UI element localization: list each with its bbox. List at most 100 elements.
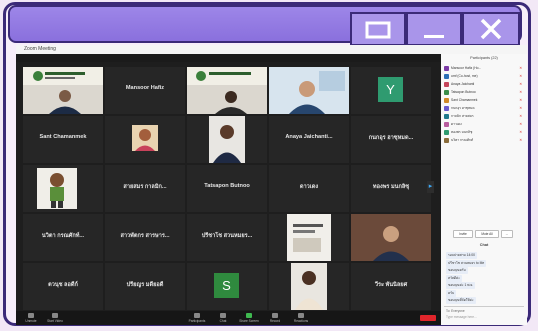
video-tile[interactable]: Sant Chamanmek [23, 116, 103, 163]
participant-name: umf (Co-host, me) [451, 74, 478, 78]
participant-name: ปรีชาโช สวนหมยร... [201, 233, 253, 239]
next-page-arrow[interactable]: ▸ [427, 181, 434, 193]
participant-name: Sant Chamanmek [39, 134, 87, 140]
end-meeting-button[interactable] [420, 315, 436, 321]
video-tile[interactable]: นวิตา กรณศักท์... [23, 214, 103, 261]
chat-button[interactable]: Chat [212, 312, 234, 324]
participant-video [269, 67, 349, 114]
video-tile[interactable] [187, 116, 267, 163]
video-tile[interactable] [269, 263, 349, 310]
participant-name: Anaya Jaichanti... [285, 134, 333, 140]
participant-video [187, 67, 267, 114]
record-icon [272, 313, 278, 318]
video-button[interactable]: Start Video [44, 312, 66, 324]
video-tile[interactable] [269, 214, 349, 261]
participant-name: นวิตา กรณศักท์... [41, 233, 85, 239]
participants-button[interactable]: Participants [186, 312, 208, 324]
chat-message: ขอบคุณครับ [446, 267, 468, 274]
participant-name: Mansoor Hafiz (Ho... [451, 66, 482, 70]
video-tile[interactable]: สายสมร กาลมิก... [105, 165, 185, 212]
chat-message: ปรีชาโช สวนหมยร to Me [446, 259, 487, 267]
video-tile[interactable]: สาวพัตกร สารษาร... [105, 214, 185, 261]
avatar [444, 122, 449, 127]
video-tile[interactable]: Anaya Jaichanti... [269, 116, 349, 163]
participant-row[interactable]: Tatsapon Butnoo ✕ [444, 89, 522, 96]
chat-message: ขอบคุณค่ะ 1 พ.ย. [446, 282, 476, 289]
participant-name: วีระ พันนิลยศ [374, 282, 408, 288]
minimize-icon [424, 35, 444, 38]
participant-row[interactable]: นวิตา กรณศักท์ ✕ [444, 137, 522, 144]
avatar [444, 82, 449, 87]
video-tile[interactable]: Mansoor Hafiz [105, 67, 185, 114]
minimize-button[interactable] [406, 12, 462, 46]
participant-name: สาวพัตกร สารษาร... [120, 233, 170, 239]
invite-button[interactable]: Invite [453, 230, 473, 238]
chat-message-text: ขอบคุณครับ [446, 267, 468, 274]
zoom-window: Zoom Meeting Mansoor Hafiz Y Sant Chaman… [16, 45, 527, 325]
people-icon [194, 313, 200, 318]
chat-input-area[interactable]: To: Everyone Type message here... [444, 306, 524, 323]
close-button[interactable] [462, 12, 520, 46]
share-screen-button[interactable]: Share Screen [238, 312, 260, 324]
record-button[interactable]: Record [264, 312, 286, 324]
participant-row[interactable]: Anaya Jaichanti ✕ [444, 81, 522, 88]
chat-message: ครับ [446, 289, 457, 297]
video-tile[interactable] [23, 165, 103, 212]
muted-mic-icon: ✕ [519, 138, 522, 142]
avatar: S [214, 273, 239, 298]
avatar [444, 98, 449, 103]
mute-button[interactable]: Unmute [20, 312, 42, 324]
participant-row[interactable]: กนกอุร ฮาซุหมด ✕ [444, 105, 522, 112]
participant-video [23, 67, 103, 114]
participant-name: ดาวเดง [451, 122, 462, 126]
participant-video [287, 214, 331, 261]
video-tile[interactable] [23, 67, 103, 114]
avatar [444, 130, 449, 135]
participant-row[interactable]: Mansoor Hafiz (Ho... ✕ [444, 65, 522, 72]
participant-row[interactable]: ดาวเดง ✕ [444, 121, 522, 128]
participant-row[interactable]: Sant Chamanmek ✕ [444, 97, 522, 104]
video-tile[interactable] [187, 67, 267, 114]
muted-mic-icon: ✕ [519, 82, 522, 86]
maximize-button[interactable] [350, 12, 406, 46]
video-tile[interactable]: Tatsapon Butnoo [187, 165, 267, 212]
share-screen-icon [246, 313, 252, 318]
video-tile[interactable]: ปรียญร มดียอดี [105, 263, 185, 310]
video-tile[interactable]: ทองพร มนกลิซุ [351, 165, 431, 212]
video-tile[interactable]: ปรีชาโช สวนหมยร... [187, 214, 267, 261]
chat-recipient[interactable]: To: Everyone [446, 309, 524, 313]
chat-message-text: สวัสดีค่ะ [446, 274, 462, 282]
participant-name: สายสมร กาลมิก... [123, 184, 167, 190]
participant-video [209, 116, 245, 163]
mute-all-button[interactable]: Mute All [475, 230, 499, 238]
close-icon [480, 18, 502, 40]
video-tile[interactable]: กนกอุร ฮาซุหมด... [351, 116, 431, 163]
chat-message: รอบบ่ายสาม 14:00 [446, 252, 477, 259]
video-tile[interactable]: วีระ พันนิลยศ [351, 263, 431, 310]
participants-title: Participants (22) [470, 56, 498, 60]
chat-message-text: ปรีชาโช สวนหมยร to Me [446, 259, 487, 267]
participant-name: ทองพร มนกลิซุ [372, 184, 410, 190]
video-tile[interactable]: ตวนุช ลอดีก์ [23, 263, 103, 310]
video-tile[interactable] [351, 214, 431, 261]
participant-row[interactable]: ทองพร มนกลิซุ ✕ [444, 129, 522, 136]
avatar [444, 114, 449, 119]
microphone-icon [28, 313, 34, 318]
maximize-icon [365, 21, 391, 39]
participant-video [37, 168, 77, 209]
video-tile[interactable]: S [187, 263, 267, 310]
video-tile[interactable] [269, 67, 349, 114]
participant-row[interactable]: กาลมิก สายสมร ✕ [444, 113, 522, 120]
avatar [444, 138, 449, 143]
more-button[interactable]: ... [501, 230, 513, 238]
participant-name: Sant Chamanmek [451, 98, 478, 102]
video-tile[interactable] [105, 116, 185, 163]
participant-row[interactable]: umf (Co-host, me) ✕ [444, 73, 522, 80]
chat-input[interactable]: Type message here... [446, 315, 524, 319]
video-tile[interactable]: Y [351, 67, 431, 114]
reactions-button[interactable]: Reactions [290, 312, 312, 324]
video-tile[interactable]: ดาวเดง [269, 165, 349, 212]
chat-message-text: ขอบคุณค่ะ 1 พ.ย. [446, 282, 476, 289]
avatar [444, 66, 449, 71]
muted-mic-icon: ✕ [519, 106, 522, 110]
